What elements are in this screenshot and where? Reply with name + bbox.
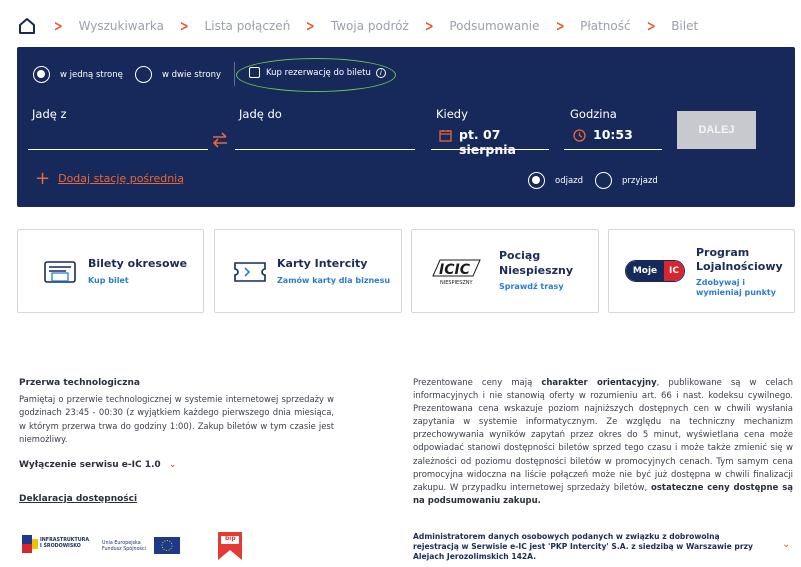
accessibility-link[interactable]: Deklaracja dostępności (19, 494, 137, 504)
breadcrumb-item-ticket[interactable]: > Bilet (645, 17, 698, 35)
card-link[interactable]: Kup bilet (88, 276, 129, 285)
card-title: Lojalnościowy (696, 260, 783, 273)
card-link[interactable]: Zamów karty dla biznesu (277, 276, 390, 285)
time-value: 10:53 (593, 127, 633, 142)
radio-label[interactable]: w dwie strony (162, 70, 221, 80)
clock-icon (573, 129, 586, 142)
radio-circle[interactable] (528, 172, 545, 189)
highlight-oval (236, 58, 396, 92)
swap-arrows-icon[interactable] (211, 131, 229, 149)
breadcrumb-label[interactable]: Lista połączeń (205, 19, 291, 33)
logo-text: IC (664, 261, 684, 281)
divider (234, 62, 235, 86)
radio-label[interactable]: w jedną stronę (60, 70, 123, 80)
maintenance-title: Przerwa technologiczna (19, 378, 140, 388)
logo-text: I ŚRODOWISKO (40, 544, 81, 549)
field-underline (431, 149, 549, 150)
breadcrumb-label[interactable]: Podsumowanie (449, 19, 539, 33)
breadcrumb-item-search[interactable]: > Wyszukiwarka (52, 17, 164, 35)
chevron-right-icon: > (555, 17, 565, 35)
card-title: Bilety okresowe (88, 257, 188, 270)
prices-disclaimer: Prezentowane ceny mają charakter orienta… (413, 377, 793, 508)
chevron-down-icon[interactable]: ⌄ (169, 460, 177, 470)
card-link[interactable]: Sprawdź trasy (499, 282, 564, 291)
card-slow-train[interactable]: ICIC NIESPIESZNY Pociąg Niespieszny Spra… (411, 229, 599, 313)
breadcrumb: > Wyszukiwarka > Lista połączeń > Twoja pod… (18, 14, 712, 38)
moje-ic-logo: Moje IC (625, 260, 685, 282)
chevron-right-icon: > (646, 17, 656, 35)
breadcrumb-item-summary[interactable]: > Podsumowanie (423, 17, 540, 35)
card-title: Pociąg (499, 249, 541, 262)
card-link[interactable]: wymieniaj punkty (696, 288, 776, 297)
trip-return-radio[interactable]: w dwie strony (135, 66, 221, 83)
logo-text: Moje (626, 261, 664, 281)
card-title: Niespieszny (499, 264, 574, 277)
service-off-toggle[interactable]: Wyłączenie serwisu e-IC 1.0 ⌄ (19, 460, 176, 470)
data-administrator-note: Administratorem danych osobowych podanyc… (413, 532, 753, 561)
field-underline (28, 149, 208, 150)
home-icon[interactable] (18, 17, 36, 35)
card-link[interactable]: Zdobywaj i (696, 278, 745, 287)
field-underline (235, 149, 415, 150)
next-button[interactable]: DALEJ (677, 111, 756, 149)
service-off-label[interactable]: Wyłączenie serwisu e-IC 1.0 (19, 460, 161, 470)
date-value: pt. 07 sierpnia (459, 127, 516, 157)
logo-caption: NIESPIESZNY (440, 280, 473, 286)
field-label: Jadę do (239, 107, 282, 121)
add-station-label[interactable]: Dodaj stację pośrednią (58, 172, 184, 185)
radio-label[interactable]: przyjazd (622, 176, 658, 186)
date-field[interactable]: Kiedy pt. 07 sierpnia (431, 107, 549, 157)
to-station-field[interactable]: Jadę do (235, 107, 415, 150)
chevron-right-icon: > (53, 17, 63, 35)
disclaimer-text: Prezentowane ceny mają (413, 378, 542, 388)
logo-text: bip (225, 535, 236, 542)
calendar-icon (439, 130, 452, 142)
from-station-field[interactable]: Jadę z (28, 107, 208, 150)
chevron-right-icon: > (424, 17, 434, 35)
radio-label[interactable]: odjazd (555, 176, 583, 186)
disclaimer-bold: charakter orientacyjny (541, 378, 657, 388)
card-intercity-cards[interactable]: Karty Intercity Zamów karty dla biznesu (214, 229, 402, 313)
svg-text:ICIC: ICIC (439, 262, 471, 278)
breadcrumb-item-connections[interactable]: > Lista połączeń (178, 17, 290, 35)
card-title: Karty Intercity (277, 257, 368, 270)
plus-icon: + (35, 167, 51, 189)
logo-text: Unia Europejska (102, 541, 141, 546)
logo-text: Fundusz Spójności (102, 547, 147, 552)
trip-one-way-radio[interactable]: w jedną stronę (33, 66, 123, 83)
breadcrumb-label[interactable]: Płatność (580, 19, 631, 33)
breadcrumb-label[interactable]: Bilet (671, 19, 698, 33)
intercity-card-icon (234, 262, 266, 282)
chevron-down-icon[interactable]: ⌄ (782, 539, 790, 550)
radio-circle[interactable] (33, 66, 50, 83)
card-season-tickets[interactable]: Bilety okresowe Kup bilet (17, 229, 204, 313)
field-label: Godzina (570, 107, 617, 121)
field-label: Jadę z (32, 107, 67, 121)
radio-circle[interactable] (135, 66, 152, 83)
breadcrumb-label[interactable]: Twoja podróż (331, 19, 409, 33)
chevron-right-icon: > (179, 17, 189, 35)
field-underline (564, 149, 662, 150)
time-field[interactable]: Godzina 10:53 (564, 107, 662, 150)
add-intermediate-station-link[interactable]: + Dodaj stację pośrednią (35, 167, 184, 189)
breadcrumb-item-payment[interactable]: > Płatność (554, 17, 631, 35)
breadcrumb-item-journey[interactable]: > Twoja podróż (304, 17, 409, 35)
card-loyalty-program[interactable]: Moje IC Program Lojalnościowy Zdobywaj i… (608, 229, 795, 313)
bip-logo[interactable]: bip (218, 532, 242, 564)
chevron-right-icon: > (306, 17, 316, 35)
radio-circle[interactable] (595, 172, 612, 189)
card-title: Program (696, 246, 750, 259)
eu-flag-icon (154, 537, 180, 554)
field-label: Kiedy (436, 107, 468, 121)
season-ticket-icon (44, 261, 76, 283)
ministry-flag-icon (22, 535, 38, 553)
breadcrumb-label[interactable]: Wyszukiwarka (79, 19, 164, 33)
maintenance-text: Pamiętaj o przerwie technologicznej w sy… (19, 394, 334, 444)
disclaimer-text: , publikowane są w celach informacyjnych… (413, 378, 794, 493)
search-panel: w jedną stronę w dwie strony Kup rezerwa… (17, 47, 795, 207)
logo-text: INFRASTRUKTURA (40, 538, 90, 543)
arrival-radio[interactable]: przyjazd (595, 172, 658, 189)
departure-radio[interactable]: odjazd (528, 172, 583, 189)
